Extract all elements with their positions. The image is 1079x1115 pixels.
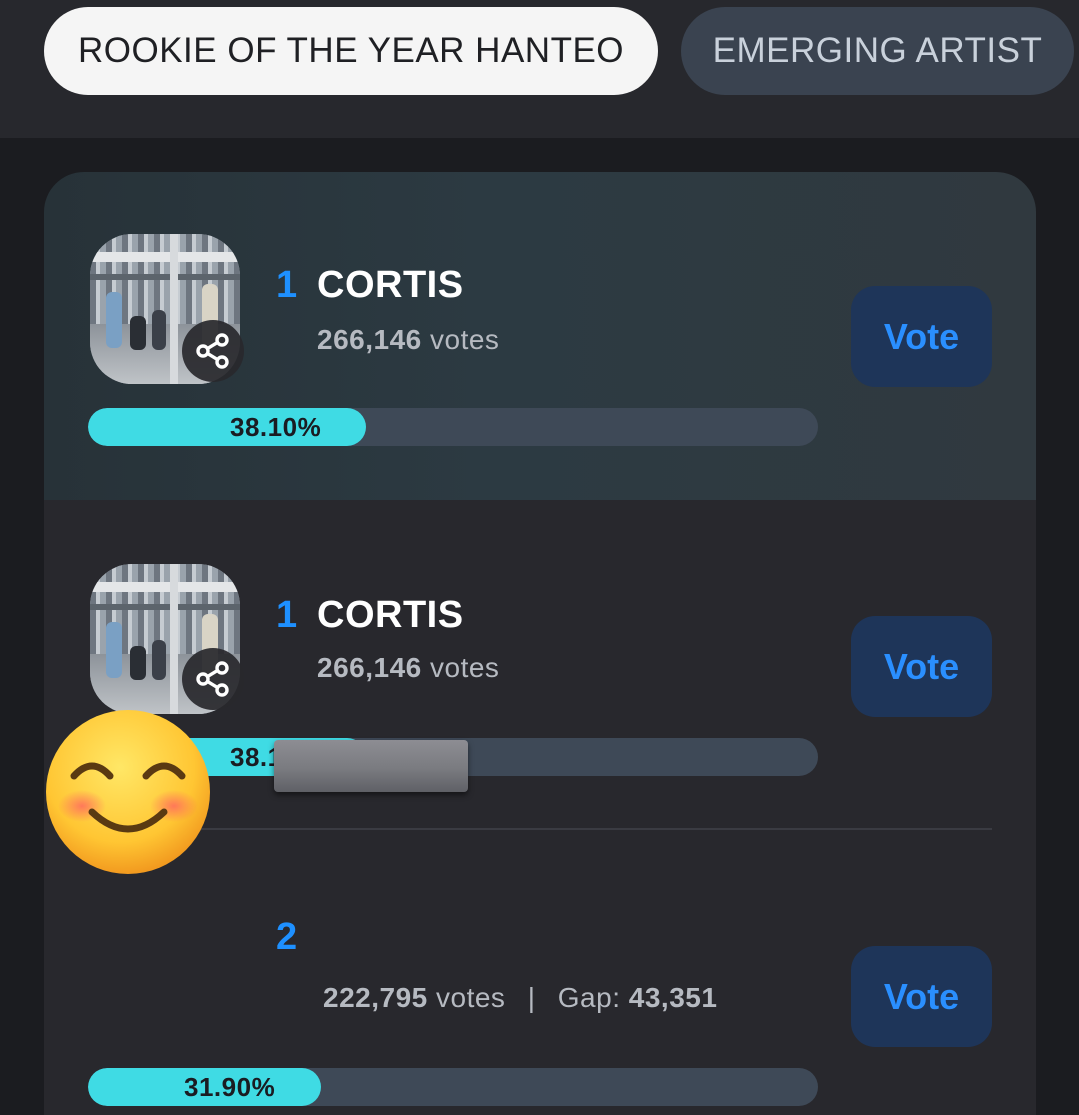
vote-count-value: 266,146 (317, 324, 422, 355)
vote-count-suffix: votes (436, 982, 506, 1013)
ranking-row: 1 CORTIS 266,146 votes Vote 38.10% (44, 172, 1036, 502)
category-tab-bar: ROOKIE OF THE YEAR HANTEO EMERGING ARTIS… (0, 0, 1079, 138)
artist-name: CORTIS (317, 264, 464, 306)
vote-count-value: 266,146 (317, 652, 422, 683)
tab-emerging-artist[interactable]: EMERGING ARTIST (681, 7, 1074, 95)
artist-name: CORTIS (317, 594, 464, 636)
vote-percentage-fill (88, 408, 367, 446)
vote-count: 222,795 votes | Gap: 43,351 (323, 982, 717, 1014)
highlighted-entry-card: 1 CORTIS 266,146 votes Vote 38.10% (44, 172, 1036, 502)
gap-value: 43,351 (628, 982, 718, 1013)
vote-count-suffix: votes (430, 652, 500, 683)
vote-count: 266,146 votes (317, 324, 499, 356)
vote-percentage-bar: 38.10% (88, 408, 818, 446)
vote-count: 266,146 votes (317, 652, 499, 684)
vote-percentage-bar: 31.90% (88, 1068, 818, 1106)
vote-button[interactable]: Vote (851, 946, 992, 1047)
vote-count-value: 222,795 (323, 982, 428, 1013)
vote-button[interactable]: Vote (851, 286, 992, 387)
smiling-face-emoji (46, 710, 210, 874)
vote-percentage-label: 38.10% (230, 412, 322, 442)
row-divider (88, 828, 992, 830)
gap-label: Gap: (557, 982, 621, 1013)
rank-number: 1 (276, 264, 298, 306)
tab-rookie-of-the-year-hanteo[interactable]: ROOKIE OF THE YEAR HANTEO (44, 7, 658, 95)
vote-button[interactable]: Vote (851, 616, 992, 717)
rank-number: 2 (276, 916, 298, 958)
vote-count-suffix: votes (430, 324, 500, 355)
share-icon[interactable] (182, 648, 244, 710)
hidden-artist-name (274, 740, 468, 792)
rank-number: 1 (276, 594, 298, 636)
separator: | (527, 982, 536, 1013)
share-icon[interactable] (182, 320, 244, 382)
vote-percentage-label: 31.90% (184, 1072, 276, 1102)
